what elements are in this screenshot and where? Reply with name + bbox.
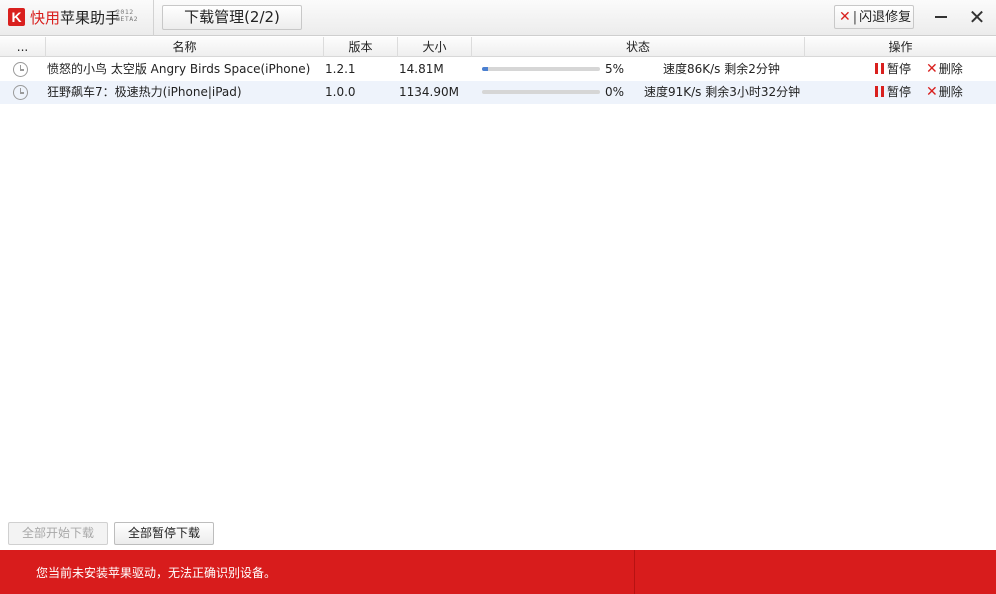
crash-repair-button[interactable]: ✕ | 闪退修复	[834, 5, 914, 29]
pause-label: 暂停	[887, 85, 912, 99]
delete-label: 删除	[938, 85, 963, 99]
repair-divider: |	[852, 10, 858, 25]
clock-icon	[13, 62, 28, 77]
delete-label: 删除	[938, 62, 963, 76]
table-header: ... 名称 版本 大小 状态 操作	[0, 37, 996, 57]
version-badge: 2012 BETA2	[116, 9, 138, 23]
percent-cell: 5%	[605, 62, 625, 76]
app-logo: K	[8, 8, 25, 26]
table-row[interactable]: 愤怒的小鸟 太空版 Angry Birds Space(iPhone) 1.2.…	[0, 58, 996, 81]
delete-icon: ✕	[926, 61, 938, 77]
table-row[interactable]: 狂野飙车7：极速热力(iPhone|iPad) 1.0.0 1134.90M 0…	[0, 81, 996, 104]
pause-all-downloads-button[interactable]: 全部暂停下载	[114, 522, 214, 545]
version-cell: 1.0.0	[325, 85, 356, 99]
progress-bar	[482, 67, 600, 71]
start-all-downloads-button[interactable]: 全部开始下载	[8, 522, 108, 545]
pause-icon	[875, 86, 884, 97]
delete-icon: ✕	[926, 84, 938, 100]
close-icon[interactable]: ✕	[966, 6, 988, 28]
column-header-size[interactable]: 大小	[398, 37, 472, 57]
delete-button[interactable]: ✕删除	[926, 58, 963, 81]
app-name-cell: 愤怒的小鸟 太空版 Angry Birds Space(iPhone)	[47, 62, 311, 76]
version-beta: BETA2	[116, 15, 139, 23]
size-cell: 1134.90M	[399, 85, 459, 99]
tab-download-manager[interactable]: 下载管理(2/2)	[162, 5, 302, 30]
minimize-icon[interactable]	[930, 6, 952, 28]
repair-label: 闪退修复	[859, 10, 912, 25]
app-name-product: 苹果助手	[60, 9, 121, 27]
status-divider	[634, 550, 635, 594]
pause-label: 暂停	[887, 62, 912, 76]
column-header-version[interactable]: 版本	[324, 37, 398, 57]
repair-icon: ✕	[839, 9, 851, 25]
title-bar: K 快用苹果助手 2012 BETA2 下载管理(2/2) ✕ | 闪退修复 ✕	[0, 0, 996, 36]
version-cell: 1.2.1	[325, 62, 356, 76]
pause-button[interactable]: 暂停	[875, 58, 911, 81]
app-name: 快用苹果助手	[30, 8, 120, 28]
speed-status-cell: 速度91K/s 剩余3小时32分钟	[644, 85, 801, 99]
driver-warning-message: 您当前未安装苹果驱动，无法正确识别设备。	[36, 566, 277, 580]
app-name-brand: 快用	[30, 9, 61, 27]
progress-bar	[482, 90, 600, 94]
column-header-actions[interactable]: 操作	[805, 37, 996, 57]
delete-button[interactable]: ✕删除	[926, 81, 963, 104]
size-cell: 14.81M	[399, 62, 444, 76]
column-header-status-icon[interactable]: ...	[0, 37, 46, 57]
pause-icon	[875, 63, 884, 74]
title-divider	[153, 0, 154, 36]
app-name-cell: 狂野飙车7：极速热力(iPhone|iPad)	[47, 85, 242, 99]
speed-status-cell: 速度86K/s 剩余2分钟	[663, 62, 780, 76]
percent-cell: 0%	[605, 85, 625, 99]
status-bar: 您当前未安装苹果驱动，无法正确识别设备。	[0, 550, 996, 594]
column-header-name[interactable]: 名称	[46, 37, 324, 57]
clock-icon	[13, 85, 28, 100]
progress-fill	[482, 67, 488, 71]
column-header-status[interactable]: 状态	[472, 37, 805, 57]
pause-button[interactable]: 暂停	[875, 81, 911, 104]
